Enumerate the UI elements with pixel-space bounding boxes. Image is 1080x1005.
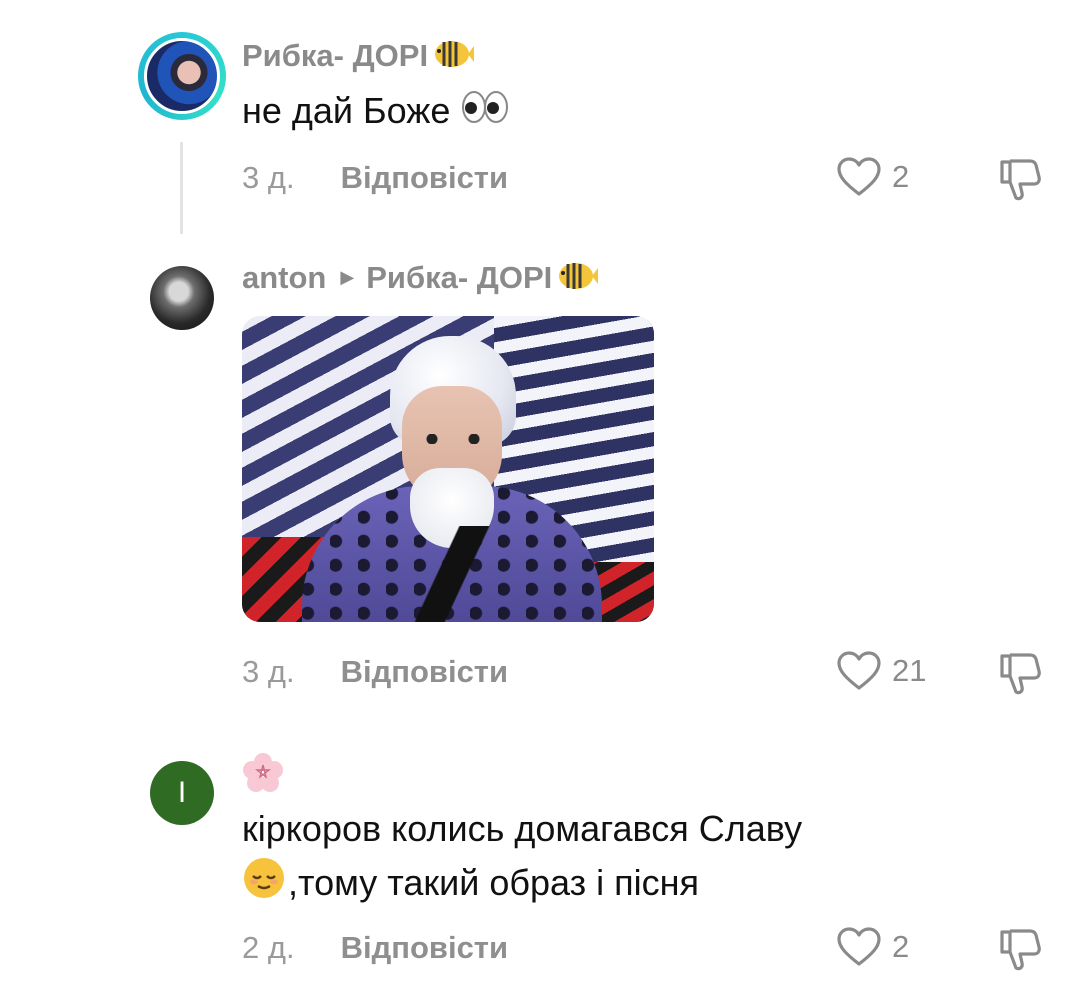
comment-text-content: не дай Боже	[242, 90, 451, 131]
dislike-button[interactable]	[996, 156, 1044, 209]
dislike-button[interactable]	[996, 926, 1044, 979]
reply-arrow-icon: ▶	[340, 266, 355, 287]
comment-text-line: ,тому такий образ і пісня	[242, 856, 802, 915]
comment-image[interactable]	[242, 316, 654, 622]
heart-icon[interactable]	[836, 650, 882, 692]
heart-icon[interactable]	[836, 926, 882, 968]
thread-connector	[180, 142, 183, 234]
like-button[interactable]: 2	[836, 156, 909, 198]
comment-meta: 3 д. Відповісти	[242, 160, 508, 196]
heart-icon[interactable]	[836, 156, 882, 198]
timestamp: 2 д.	[242, 930, 295, 965]
timestamp: 3 д.	[242, 160, 295, 195]
comment-username[interactable]: anton ▶ Рибка- ДОРІ	[242, 258, 599, 302]
cherry-blossom-icon	[242, 752, 284, 799]
avatar-letter: I	[177, 776, 187, 809]
avatar[interactable]	[138, 32, 226, 120]
fish-emoji-icon	[554, 258, 599, 302]
eyes-emoji-icon	[460, 86, 510, 140]
dislike-icon[interactable]	[996, 650, 1044, 698]
avatar[interactable]: I	[150, 761, 214, 825]
reply-to-username[interactable]: Рибка- ДОРІ	[366, 260, 552, 295]
reply-button[interactable]: Відповісти	[341, 160, 509, 195]
fish-emoji-icon	[430, 36, 475, 80]
dislike-button[interactable]	[996, 650, 1044, 703]
avatar[interactable]	[150, 266, 214, 330]
like-button[interactable]: 2	[836, 926, 909, 968]
dislike-icon[interactable]	[996, 926, 1044, 974]
comment-meta: 3 д. Відповісти	[242, 654, 508, 690]
like-count: 2	[892, 929, 910, 964]
like-button[interactable]: 21	[836, 650, 926, 692]
like-count: 2	[892, 159, 910, 194]
dislike-icon[interactable]	[996, 156, 1044, 204]
comment-text-content: ,тому такий образ і пісня	[288, 862, 699, 904]
username-text[interactable]: Рибка- ДОРІ	[242, 38, 428, 73]
like-count: 21	[892, 653, 927, 688]
comment-username[interactable]: Рибка- ДОРІ	[242, 36, 475, 80]
comment-text: кіркоров колись домагався Славу ,тому та…	[242, 802, 802, 915]
comment-text: не дай Боже	[242, 84, 510, 140]
reply-button[interactable]: Відповісти	[341, 654, 509, 689]
relieved-face-emoji-icon	[242, 856, 286, 915]
timestamp: 3 д.	[242, 654, 295, 689]
reply-button[interactable]: Відповісти	[341, 930, 509, 965]
comment-meta: 2 д. Відповісти	[242, 930, 508, 966]
username-text[interactable]: anton	[242, 260, 326, 295]
comment-text-line: кіркоров колись домагався Славу	[242, 808, 803, 849]
